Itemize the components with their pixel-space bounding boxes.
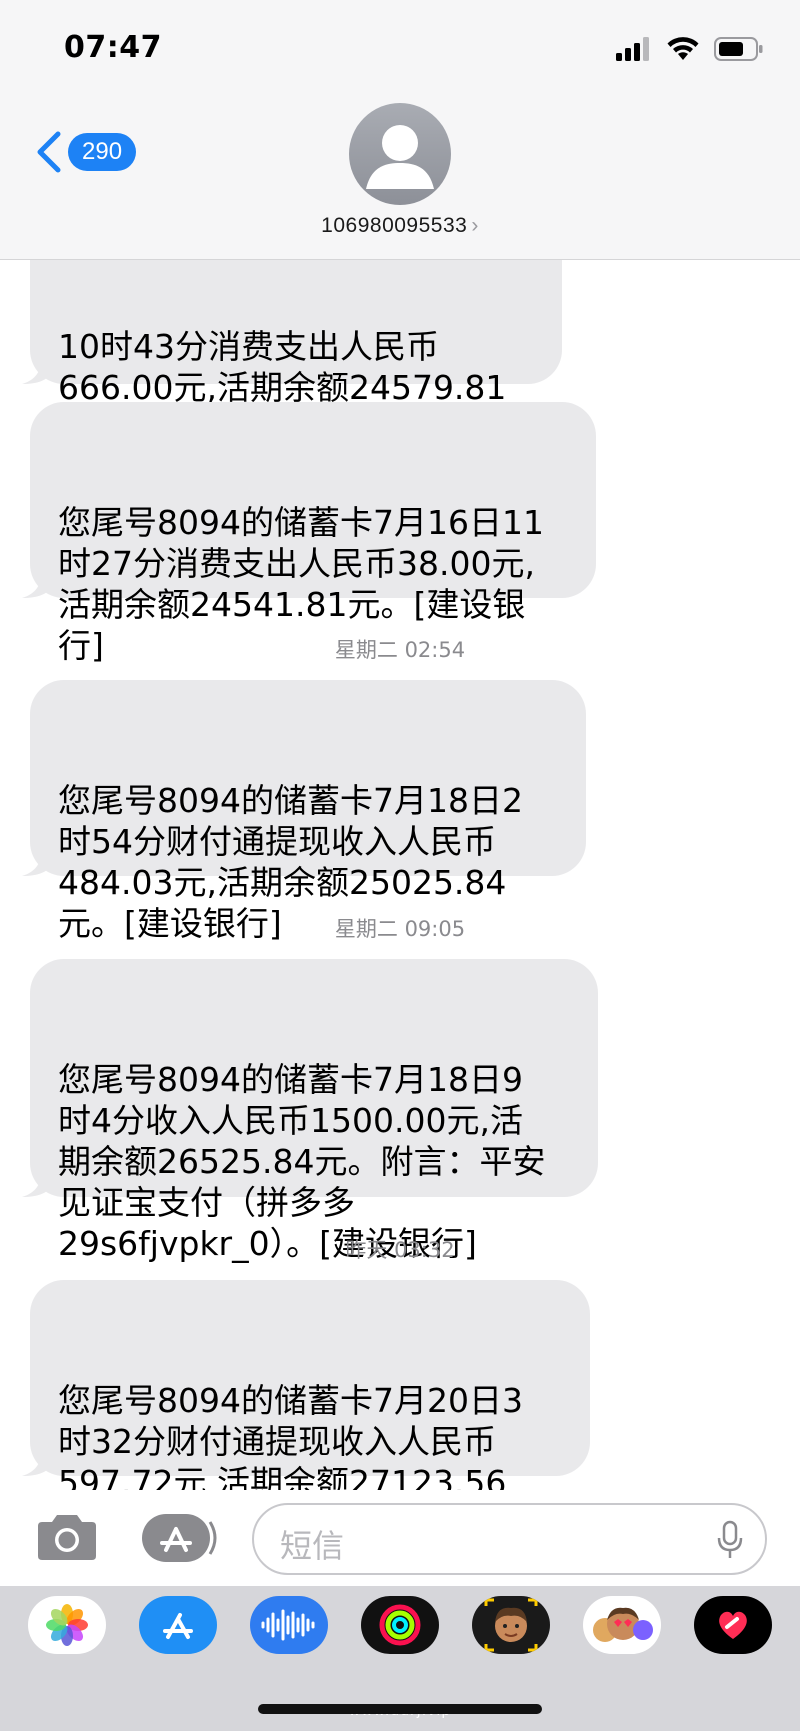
message-bubble[interactable]: 您尾号8094的储蓄卡7月18日9 时4分收入人民币1500.00元,活 期余额… <box>22 959 598 1263</box>
digital-touch-icon[interactable] <box>694 1596 772 1654</box>
message-bubble[interactable]: 您尾号8094的储蓄卡7月20日3 时32分财付通提现收入人民币 597.72元… <box>22 1280 590 1500</box>
chevron-left-icon <box>37 131 61 173</box>
messages-screen: 10时43分消费支出人民币 666.00元,活期余额24579.81 元。[建设… <box>0 0 800 1731</box>
compose-bar: 短信 <box>0 1490 800 1586</box>
app-drawer: www.ddrj.vip <box>0 1586 800 1731</box>
message-timestamp: 昨天 03:32 <box>345 1238 455 1262</box>
message-timestamp: 星期二 09:05 <box>334 917 466 941</box>
message-text: 您尾号8094的储蓄卡7月18日9 时4分收入人民币1500.00元,活 期余额… <box>58 1060 546 1263</box>
status-icons <box>616 36 764 62</box>
activity-icon[interactable] <box>361 1596 439 1654</box>
memoji-icon[interactable] <box>472 1596 550 1654</box>
bubble-tail <box>22 1448 52 1476</box>
contact-name-button[interactable]: 106980095533 › <box>0 214 800 238</box>
message-timestamp: 星期二 02:54 <box>334 638 466 662</box>
chevron-right-icon: › <box>471 214 479 237</box>
battery-icon <box>714 37 763 61</box>
apps-button-icon[interactable] <box>140 1512 220 1564</box>
contact-avatar[interactable] <box>349 103 451 205</box>
message-text: 您尾号8094的储蓄卡7月20日3 时32分财付通提现收入人民币 597.72元… <box>58 1381 523 1500</box>
bubble-tail <box>22 356 52 384</box>
app-store-icon[interactable] <box>139 1596 217 1654</box>
person-icon <box>366 125 434 189</box>
message-input[interactable]: 短信 <box>252 1503 767 1575</box>
memoji-stickers-icon[interactable] <box>583 1596 661 1654</box>
camera-icon[interactable] <box>34 1512 100 1564</box>
conversation-header: 07:47 290 106980095533 › <box>0 0 800 260</box>
unread-count-badge: 290 <box>68 133 137 171</box>
back-button[interactable]: 290 <box>34 130 137 174</box>
wifi-icon <box>667 37 699 60</box>
bubble-tail <box>22 570 52 598</box>
bubble-tail <box>22 848 52 876</box>
cellular-signal-icon <box>616 37 649 61</box>
microphone-icon[interactable] <box>717 1520 743 1560</box>
status-time: 07:47 <box>64 30 162 65</box>
message-input-placeholder: 短信 <box>280 1527 345 1565</box>
audio-message-icon[interactable] <box>250 1596 328 1654</box>
photos-icon[interactable] <box>28 1596 106 1654</box>
home-indicator[interactable] <box>258 1704 542 1714</box>
contact-number: 106980095533 <box>321 214 468 237</box>
message-bubble[interactable]: 您尾号8094的储蓄卡7月18日2 时54分财付通提现收入人民币 484.03元… <box>22 680 586 943</box>
bubble-tail <box>22 1169 52 1197</box>
message-bubble[interactable]: 您尾号8094的储蓄卡7月16日11 时27分消费支出人民币38.00元, 活期… <box>22 402 596 665</box>
